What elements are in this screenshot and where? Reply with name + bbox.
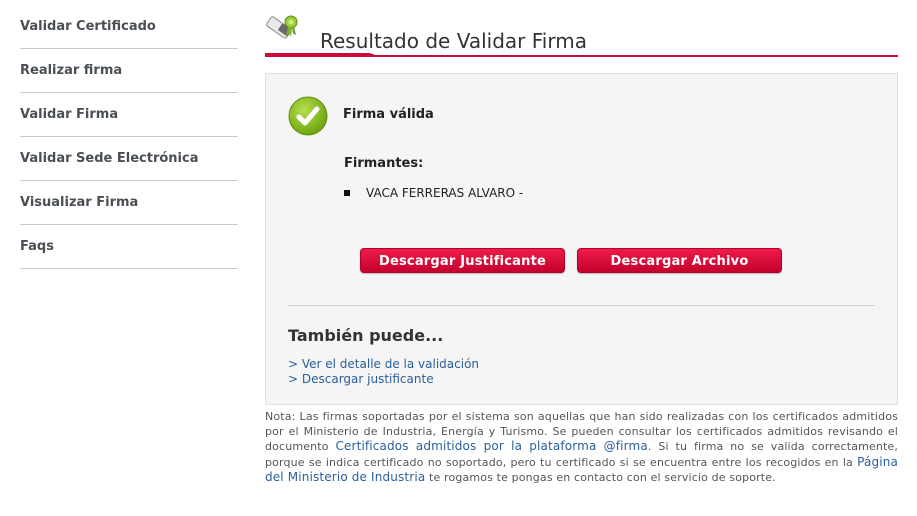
validation-status: Firma válida	[343, 107, 434, 122]
sidebar-item-validar-firma[interactable]: Validar Firma	[20, 93, 238, 137]
also-section-title: También puede...	[288, 326, 444, 345]
certificados-admitidos-link[interactable]: Certificados admitidos por la plataforma…	[335, 439, 647, 453]
bullet-icon	[344, 189, 350, 196]
check-circle-icon	[288, 96, 328, 136]
result-panel: Firma válida Firmantes: VACA FERRERAS AL…	[265, 73, 898, 405]
signer-item: VACA FERRERAS ALVARO -	[344, 186, 523, 200]
download-justificante-button[interactable]: Descargar Justificante	[360, 248, 565, 273]
support-note: Nota: Las firmas soportadas por el siste…	[265, 410, 898, 486]
signer-name: VACA FERRERAS ALVARO -	[366, 186, 524, 200]
sidebar-item-validar-certificado[interactable]: Validar Certificado	[20, 5, 238, 49]
sidebar-item-realizar-firma[interactable]: Realizar firma	[20, 49, 238, 93]
note-text-3: te rogamos te pongas en contacto con el …	[425, 471, 776, 485]
signers-label: Firmantes:	[344, 156, 424, 171]
page-header: Resultado de Validar Firma	[265, 8, 898, 58]
divider	[288, 305, 875, 306]
view-validation-detail-link[interactable]: > Ver el detalle de la validación	[288, 357, 479, 371]
download-archivo-button[interactable]: Descargar Archivo	[577, 248, 782, 273]
sidebar-item-faqs[interactable]: Faqs	[20, 225, 238, 269]
download-justificante-link[interactable]: > Descargar justificante	[288, 372, 434, 386]
sidebar-item-visualizar-firma[interactable]: Visualizar Firma	[20, 181, 238, 225]
header-accent-bar	[265, 53, 898, 57]
sidebar-nav: Validar Certificado Realizar firma Valid…	[20, 5, 238, 269]
sidebar-item-validar-sede[interactable]: Validar Sede Electrónica	[20, 137, 238, 181]
page-title: Resultado de Validar Firma	[320, 29, 587, 54]
certificate-seal-icon	[266, 15, 298, 39]
